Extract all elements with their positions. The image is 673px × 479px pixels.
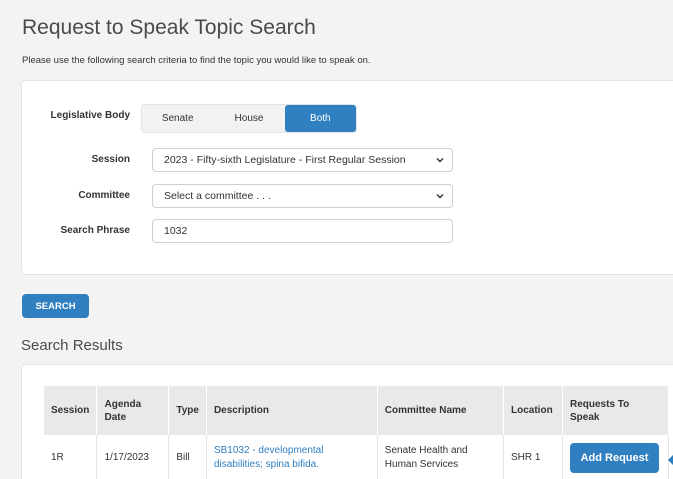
session-label: Session: [91, 154, 130, 165]
cell-type: Bill: [168, 435, 207, 479]
cell-location: SHR 1: [503, 435, 563, 479]
cell-session: 1R: [44, 435, 98, 479]
add-request-button[interactable]: Add Request: [569, 443, 659, 473]
header-description[interactable]: Description: [206, 386, 378, 435]
session-select-value: 2023 - Fifty-sixth Legislature - First R…: [164, 154, 406, 166]
committee-label: Committee: [78, 190, 130, 201]
legislative-body-toggle: Senate House Both: [141, 104, 357, 133]
table-header-row: Session Agenda Date Type Description Com…: [44, 386, 670, 435]
caret-left-icon: [668, 455, 673, 465]
cell-agenda-date: 1/17/2023: [96, 435, 170, 479]
chevron-down-icon: [436, 194, 444, 199]
search-results-title: Search Results: [21, 337, 123, 354]
header-committee-name[interactable]: Committee Name: [377, 386, 505, 435]
header-type[interactable]: Type: [168, 386, 207, 435]
header-agenda-date[interactable]: Agenda Date: [96, 386, 170, 435]
search-phrase-input[interactable]: 1032: [152, 219, 453, 243]
cell-description: SB1032 - developmental disabilities; spi…: [206, 435, 378, 479]
session-select[interactable]: 2023 - Fifty-sixth Legislature - First R…: [152, 148, 453, 172]
description-link[interactable]: SB1032 - developmental disabilities; spi…: [214, 445, 324, 470]
committee-select[interactable]: Select a committee . . .: [152, 184, 453, 208]
cell-requests-to-speak: Add Request: [562, 435, 670, 479]
search-phrase-value: 1032: [164, 225, 188, 237]
header-requests-to-speak[interactable]: Requests To Speak: [562, 386, 670, 435]
cell-committee-name: Senate Health and Human Services: [377, 435, 505, 479]
search-button[interactable]: SEARCH: [22, 294, 89, 318]
intro-text: Please use the following search criteria…: [22, 55, 371, 66]
results-table: Session Agenda Date Type Description Com…: [44, 386, 670, 479]
page-title: Request to Speak Topic Search: [22, 16, 316, 39]
legislative-body-label: Legislative Body: [50, 110, 130, 121]
legislative-body-senate-button[interactable]: Senate: [142, 105, 213, 132]
chevron-down-icon: [436, 158, 444, 163]
header-session[interactable]: Session: [44, 386, 98, 435]
table-row: 1R 1/17/2023 Bill SB1032 - developmental…: [44, 435, 670, 479]
committee-select-value: Select a committee . . .: [164, 190, 271, 202]
legislative-body-both-button[interactable]: Both: [284, 105, 356, 132]
legislative-body-house-button[interactable]: House: [213, 105, 284, 132]
search-phrase-label: Search Phrase: [60, 225, 131, 236]
header-location[interactable]: Location: [503, 386, 563, 435]
